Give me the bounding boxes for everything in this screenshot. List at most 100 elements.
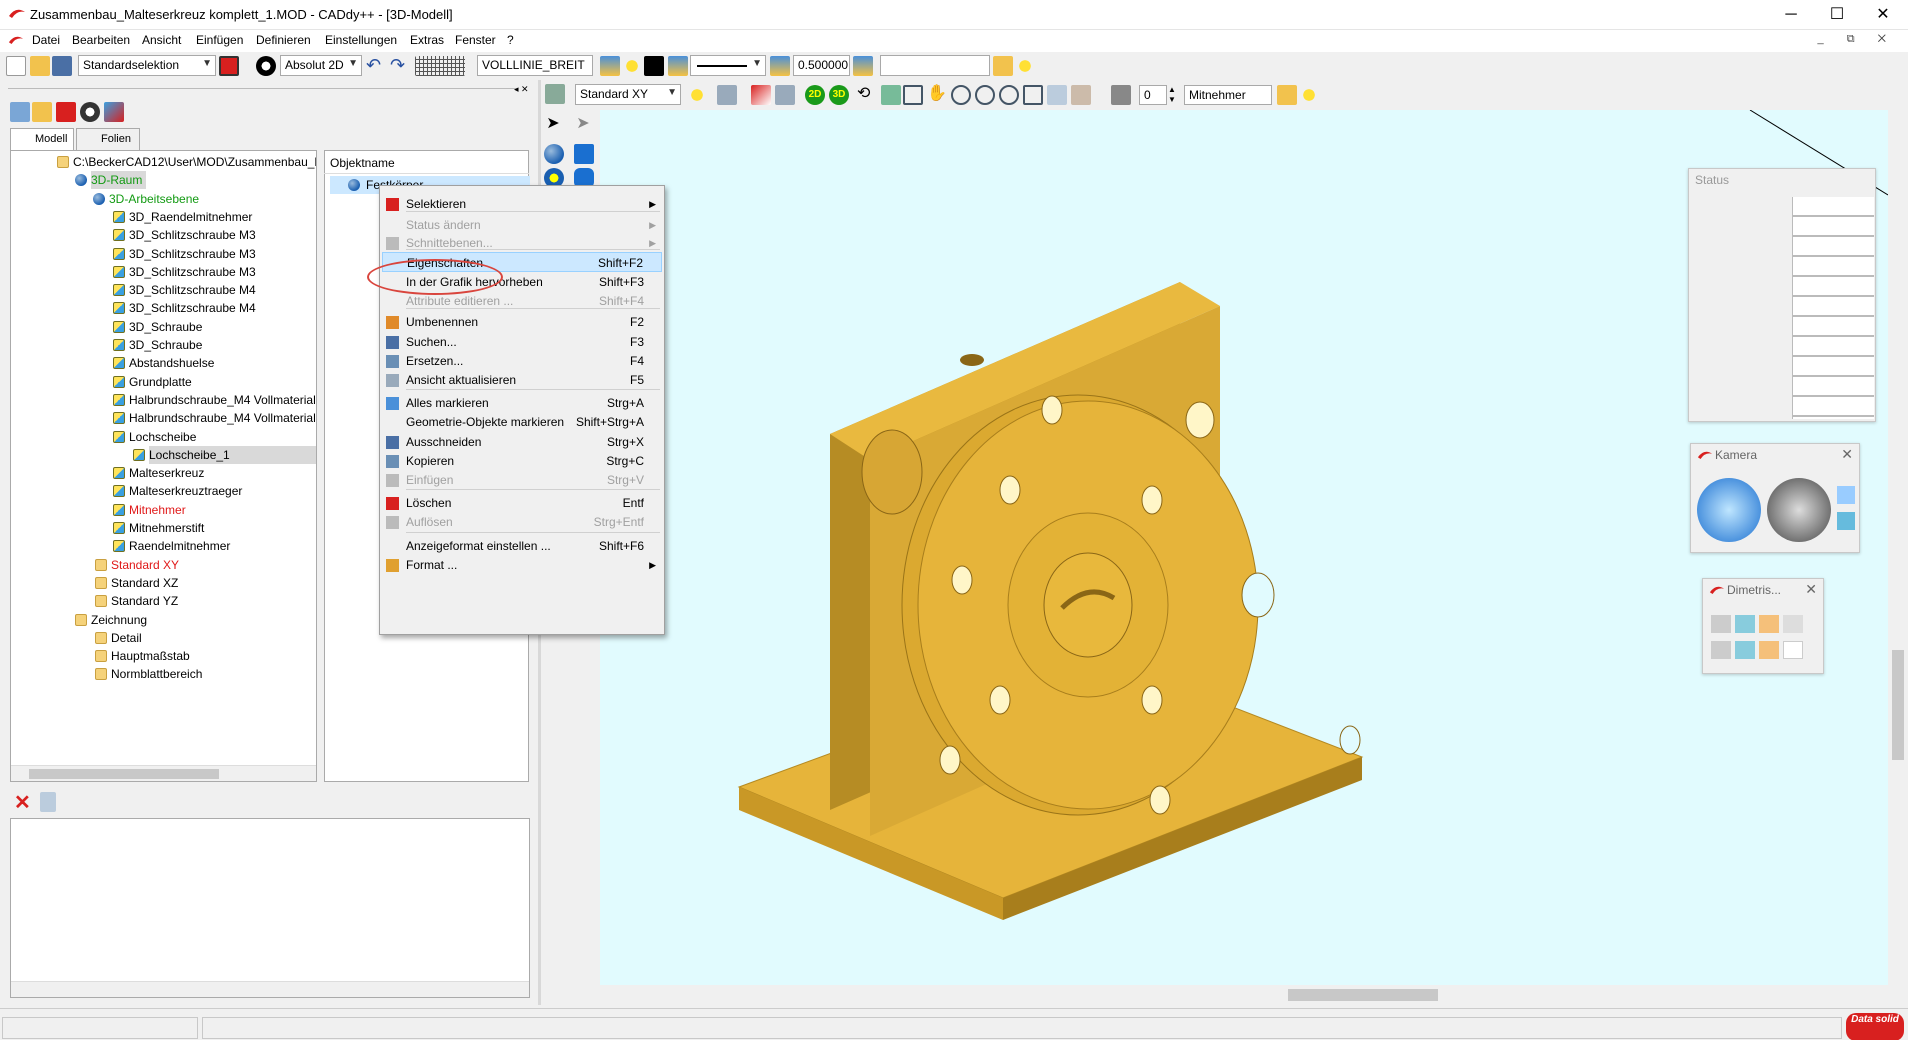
- line-style-select[interactable]: ▼: [690, 55, 766, 76]
- line-width-field[interactable]: 0.500000: [793, 55, 850, 76]
- tree-node[interactable]: 3D_Schlitzschraube M3: [113, 263, 256, 281]
- sphere-icon[interactable]: [544, 144, 564, 164]
- tree-node[interactable]: Abstandshuelse: [113, 354, 214, 372]
- menu-fenster[interactable]: Fenster: [455, 33, 496, 47]
- vscroll-thumb[interactable]: [1892, 650, 1904, 760]
- zoom-prev-icon[interactable]: [999, 85, 1019, 105]
- panel-tool-icon[interactable]: [104, 102, 124, 122]
- context-menu[interactable]: Selektieren ▶ Status ändern ▶ Schnittebenen.…: [379, 185, 665, 635]
- menu-help[interactable]: ?: [507, 33, 514, 47]
- color-swatch-icon[interactable]: [1111, 85, 1131, 105]
- tree-node[interactable]: 3D_Schlitzschraube M4: [113, 299, 256, 317]
- bulb-icon[interactable]: [1015, 56, 1035, 76]
- context-menu-item[interactable]: Löschen Entf: [382, 493, 662, 513]
- menu-ansicht[interactable]: Ansicht: [142, 33, 181, 47]
- tree-node[interactable]: 3D_Raendelmitnehmer: [113, 208, 252, 226]
- coord-mode-select[interactable]: Absolut 2D ▼: [280, 55, 362, 76]
- cube-icon[interactable]: [1837, 512, 1855, 530]
- menu-einstellungen[interactable]: Einstellungen: [325, 33, 397, 47]
- zoom-window-icon[interactable]: [903, 85, 923, 105]
- tree-node[interactable]: Halbrundschraube_M4 Vollmaterial: [113, 391, 316, 409]
- tab-folien[interactable]: Folien: [76, 128, 140, 150]
- tree-node[interactable]: Raendelmitnehmer: [113, 537, 230, 555]
- tree-node[interactable]: Standard YZ: [95, 592, 178, 610]
- tree-node[interactable]: Standard XZ: [95, 574, 178, 592]
- layer-folder-icon[interactable]: [993, 56, 1013, 76]
- edit-tool-icon[interactable]: [751, 85, 771, 105]
- tree-node[interactable]: Lochscheibe: [113, 428, 196, 446]
- bulb-icon[interactable]: [687, 85, 707, 105]
- undo-icon[interactable]: ↶: [366, 56, 386, 76]
- spinner-icon[interactable]: ▲ ▼: [1168, 85, 1176, 105]
- context-menu-item[interactable]: Format ... ▶: [382, 555, 662, 575]
- panel-tool-icon[interactable]: [32, 102, 52, 122]
- view-iso-icon[interactable]: [1783, 641, 1803, 659]
- view-iso-icon[interactable]: [1711, 615, 1731, 633]
- tree-node[interactable]: Lochscheibe_1: [133, 445, 316, 464]
- counter-field[interactable]: 0: [1139, 85, 1167, 105]
- open-folder-icon[interactable]: [30, 56, 50, 76]
- zoom-out-icon[interactable]: [975, 85, 995, 105]
- maximize-button[interactable]: ☐: [1814, 0, 1860, 30]
- context-menu-item[interactable]: Geometrie-Objekte markieren Shift+Strg+A: [382, 412, 662, 432]
- context-menu-item[interactable]: Kopieren Strg+C: [382, 451, 662, 471]
- view-iso-icon[interactable]: [1735, 641, 1755, 659]
- tree-node[interactable]: Mitnehmerstift: [113, 519, 204, 537]
- layer-folder-icon[interactable]: [1277, 85, 1297, 105]
- snap-icon[interactable]: [256, 56, 276, 76]
- new-file-icon[interactable]: [6, 56, 26, 76]
- save-icon[interactable]: [52, 56, 72, 76]
- layer-field[interactable]: [880, 55, 990, 76]
- bulb-icon[interactable]: [1299, 85, 1319, 105]
- context-menu-item[interactable]: Suchen... F3: [382, 332, 662, 352]
- delete-cross-icon[interactable]: ✕: [14, 790, 31, 815]
- menu-extras[interactable]: Extras: [410, 33, 444, 47]
- select-arrow-icon[interactable]: ➤: [543, 114, 563, 134]
- active-part-field[interactable]: Mitnehmer: [1184, 85, 1272, 105]
- model-tree[interactable]: C:\BeckerCAD12\User\MOD\Zusammenbau_M 3D-…: [10, 150, 317, 782]
- camera-orbit-icon[interactable]: [1697, 478, 1761, 542]
- tree-node[interactable]: 3D-Arbeitsebene: [93, 190, 199, 208]
- properties-area[interactable]: [10, 818, 530, 998]
- menu-einfuegen[interactable]: Einfügen: [196, 33, 243, 47]
- tree-hscroll-thumb[interactable]: [29, 769, 219, 779]
- tree-node[interactable]: 3D_Schlitzschraube M3: [113, 245, 256, 263]
- box-icon[interactable]: [574, 144, 594, 164]
- object-list-header[interactable]: Objektname: [324, 152, 529, 174]
- view-iso-icon[interactable]: [1735, 615, 1755, 633]
- camera-roll-icon[interactable]: [1767, 478, 1831, 542]
- tree-hscrollbar[interactable]: [11, 765, 316, 781]
- view-iso-icon[interactable]: [1759, 641, 1779, 659]
- viewport-hscrollbar[interactable]: [600, 985, 1888, 1005]
- tree-node[interactable]: 3D_Schlitzschraube M4: [113, 281, 256, 299]
- layer-icon[interactable]: [853, 56, 873, 76]
- context-menu-item[interactable]: Alles markieren Strg+A: [382, 393, 662, 413]
- menu-datei[interactable]: Datei: [32, 33, 60, 47]
- tree-node[interactable]: Halbrundschraube_M4 Vollmaterial: [113, 409, 316, 427]
- redo-icon[interactable]: ↷: [390, 56, 410, 76]
- menu-bearbeiten[interactable]: Bearbeiten: [72, 33, 130, 47]
- zoom-in-icon[interactable]: [951, 85, 971, 105]
- render-icon[interactable]: [1071, 85, 1091, 105]
- context-menu-item[interactable]: Anzeigeformat einstellen ... Shift+F6: [382, 536, 662, 556]
- tree-node[interactable]: 3D_Schraube: [113, 336, 202, 354]
- panel-tool-icon[interactable]: [10, 102, 30, 122]
- close-icon[interactable]: ✕: [1805, 581, 1817, 598]
- pen-color-icon[interactable]: [644, 56, 664, 76]
- tree-node[interactable]: Detail: [95, 629, 142, 647]
- menu-definieren[interactable]: Definieren: [256, 33, 311, 47]
- tree-node[interactable]: Grundplatte: [113, 373, 192, 391]
- viewport-vscrollbar[interactable]: [1888, 110, 1908, 1005]
- view-iso-icon[interactable]: [1783, 615, 1803, 633]
- plane-tool-icon[interactable]: [717, 85, 737, 105]
- line-type-field[interactable]: VOLLLINIE_BREIT: [477, 55, 593, 76]
- dimetrisch-panel[interactable]: Dimetris... ✕: [1702, 578, 1824, 674]
- tree-node[interactable]: 3D_Schraube: [113, 318, 202, 336]
- tree-node[interactable]: Standard XY: [95, 556, 179, 574]
- layer-icon[interactable]: [600, 56, 620, 76]
- context-menu-item[interactable]: Ersetzen... F4: [382, 351, 662, 371]
- tree-node[interactable]: Hauptmaßstab: [95, 647, 190, 665]
- hscroll-thumb[interactable]: [1288, 989, 1438, 1001]
- context-menu-item[interactable]: Umbenennen F2: [382, 312, 662, 332]
- zoom-all-icon[interactable]: [881, 85, 901, 105]
